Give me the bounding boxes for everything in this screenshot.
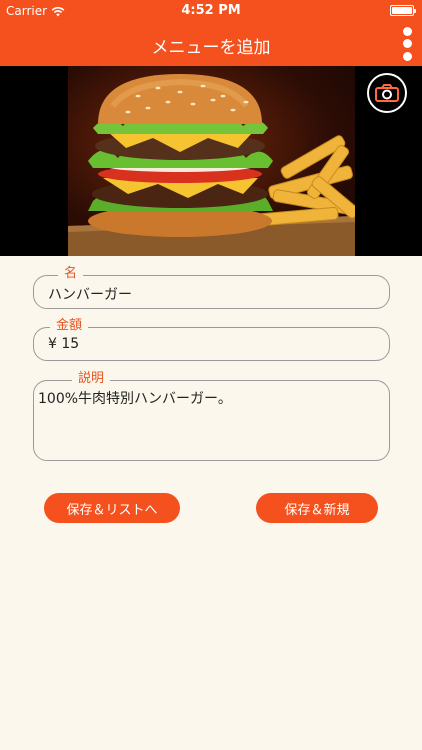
description-value: 100%牛肉特別ハンバーガー。 [38,391,232,407]
hamburger-photo-illustration [68,74,355,256]
camera-button[interactable] [367,73,407,113]
more-vertical-icon[interactable] [400,25,414,63]
description-field[interactable]: 説明 100%牛肉特別ハンバーガー。 [33,371,390,461]
name-value: ハンバーガー [48,287,132,303]
camera-icon [375,84,399,102]
name-label: 名 [58,266,84,282]
name-field[interactable]: 名 ハンバーガー [33,266,390,309]
save-and-new-button[interactable]: 保存＆新規 [256,493,378,523]
battery-icon [390,5,416,16]
status-time: 4:52 PM [181,3,241,18]
menu-photo [68,66,355,256]
save-to-list-button[interactable]: 保存＆リストへ [44,493,180,523]
nav-bar: メニューを追加 [0,22,422,66]
description-label: 説明 [72,371,111,387]
price-field[interactable]: 金額 ¥ 15 [33,318,390,361]
price-label: 金額 [50,318,89,334]
page-title: メニューを追加 [151,38,271,58]
price-value: ¥ 15 [48,336,80,352]
status-bar: Carrier 4:52 PM [0,0,422,22]
menu-photo-area [0,66,422,256]
